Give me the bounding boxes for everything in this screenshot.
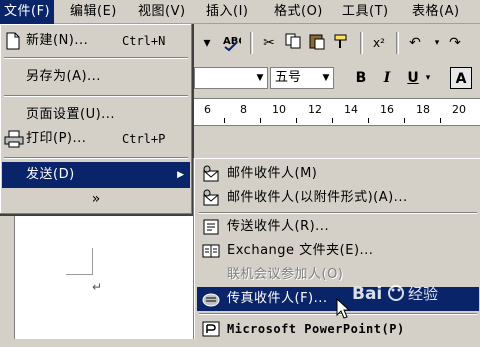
routing-slip-icon	[201, 218, 221, 236]
formatting-toolbar: ▼ 五号 ▼ B I U ▾ A	[194, 64, 480, 92]
margin-corner-mark	[92, 248, 93, 274]
submenu-item-exchange-folder[interactable]: Exchange 文件夹(E)...	[197, 239, 479, 263]
submenu-arrow-icon: ▶	[177, 170, 184, 180]
ruler-number: 10	[272, 103, 286, 116]
menu-item-label: 传真收件人(F)...	[227, 291, 328, 306]
document-page[interactable]: ↵	[0, 216, 200, 339]
menu-item-label: 页面设置(U)...	[26, 107, 116, 122]
menu-table[interactable]: 表格(A)	[408, 0, 464, 24]
ruler-number: 16	[380, 103, 394, 116]
superscript-icon[interactable]: x²	[368, 32, 390, 54]
submenu-item-mail-recipient[interactable]: 邮件收件人(M)	[197, 162, 479, 186]
menu-item-label: 联机会议参加人(O)	[227, 267, 344, 282]
font-color-button[interactable]: A	[450, 67, 472, 89]
submenu-item-routing-recipient[interactable]: 传送收件人(R)...	[197, 215, 479, 239]
ruler-number: 18	[416, 103, 430, 116]
printer-icon	[4, 130, 24, 148]
mail-attachment-icon	[201, 189, 221, 207]
ruler-number: 6	[204, 103, 211, 116]
paragraph-mark: ↵	[92, 280, 103, 294]
menu-item-label: 传送收件人(R)...	[227, 219, 330, 234]
mail-recipient-icon	[201, 165, 221, 183]
undo-dropdown-icon[interactable]: ▾	[196, 32, 218, 54]
italic-button[interactable]: I	[376, 67, 398, 89]
margin-corner-mark	[66, 274, 93, 275]
copy-icon[interactable]	[282, 32, 304, 54]
menu-item-label: 打印(P)...	[26, 131, 87, 146]
underline-button[interactable]: U	[402, 67, 424, 89]
expand-menu-chevron-icon[interactable]: »	[2, 188, 190, 210]
spelling-icon[interactable]: ABC	[220, 32, 246, 54]
menu-tools[interactable]: 工具(T)	[338, 0, 393, 24]
format-painter-icon[interactable]	[330, 32, 352, 54]
font-name-dropdown-icon[interactable]: ▼	[254, 68, 266, 88]
svg-text:经验: 经验	[408, 285, 438, 303]
menu-item-label: 邮件收件人(M)	[227, 166, 318, 181]
undo-icon[interactable]: ↶	[404, 32, 426, 54]
svg-text:Bai: Bai	[352, 284, 382, 304]
menu-insert[interactable]: 插入(I)	[202, 0, 252, 24]
menu-item-label: 发送(D)	[26, 167, 75, 182]
menu-bar: 文件(F) 编辑(E) 视图(V) 插入(I) 格式(O) 工具(T) 表格(A…	[0, 0, 480, 24]
ruler-number: 12	[308, 103, 322, 116]
menu-edit[interactable]: 编辑(E)	[66, 0, 121, 24]
menu-separator	[4, 157, 188, 159]
menu-item-new[interactable]: 新建(N)... Ctrl+N	[2, 28, 190, 54]
redo-icon[interactable]: ↷	[444, 32, 466, 54]
bold-button[interactable]: B	[350, 67, 372, 89]
powerpoint-icon	[201, 320, 221, 338]
paste-icon[interactable]	[306, 32, 328, 54]
cut-icon[interactable]: ✂	[258, 32, 280, 54]
mouse-pointer-icon	[336, 297, 352, 322]
submenu-item-mail-attachment[interactable]: 邮件收件人(以附件形式)(A)...	[197, 186, 479, 210]
new-document-icon	[4, 32, 22, 50]
menu-item-label: Exchange 文件夹(E)...	[227, 243, 374, 258]
ruler-number: 8	[240, 103, 247, 116]
menu-item-print[interactable]: 打印(P)... Ctrl+P	[2, 126, 190, 152]
ruler-number: 14	[344, 103, 358, 116]
menu-view[interactable]: 视图(V)	[134, 0, 190, 24]
vertical-ruler	[0, 216, 15, 339]
menu-item-label: 另存为(A)...	[26, 69, 101, 84]
menu-item-save-as[interactable]: 另存为(A)...	[2, 64, 190, 90]
menu-item-label: 邮件收件人(以附件形式)(A)...	[227, 190, 408, 205]
watermark-logo: Bai 经验	[352, 282, 472, 304]
file-menu: 新建(N)... Ctrl+N 另存为(A)... 页面设置(U)... 打印(…	[0, 24, 194, 216]
shortcut-label: Ctrl+P	[122, 132, 166, 146]
menu-item-send[interactable]: 发送(D) ▶	[2, 162, 190, 188]
menu-format[interactable]: 格式(O)	[270, 0, 327, 24]
menu-item-label: Microsoft PowerPoint(P)	[227, 322, 405, 336]
underline-dropdown-icon[interactable]: ▾	[422, 67, 434, 89]
menu-separator	[4, 57, 188, 59]
font-size-dropdown-icon[interactable]: ▼	[320, 68, 332, 88]
menu-item-label: 新建(N)...	[26, 33, 89, 48]
fax-recipient-icon	[201, 290, 221, 308]
shortcut-label: Ctrl+N	[122, 34, 166, 48]
svg-text:ABC: ABC	[223, 36, 241, 47]
ruler-number: 20	[452, 103, 466, 116]
menu-separator	[199, 212, 477, 214]
exchange-folder-icon	[201, 242, 221, 260]
standard-toolbar: ▾ ABC ✂ x² ↶ ▾ ↷	[194, 28, 480, 60]
menu-item-page-setup[interactable]: 页面设置(U)...	[2, 102, 190, 128]
menu-separator	[4, 95, 188, 97]
horizontal-ruler: 6 8 10 12 14 16 18 20	[194, 98, 480, 126]
menu-file[interactable]: 文件(F)	[0, 0, 55, 24]
